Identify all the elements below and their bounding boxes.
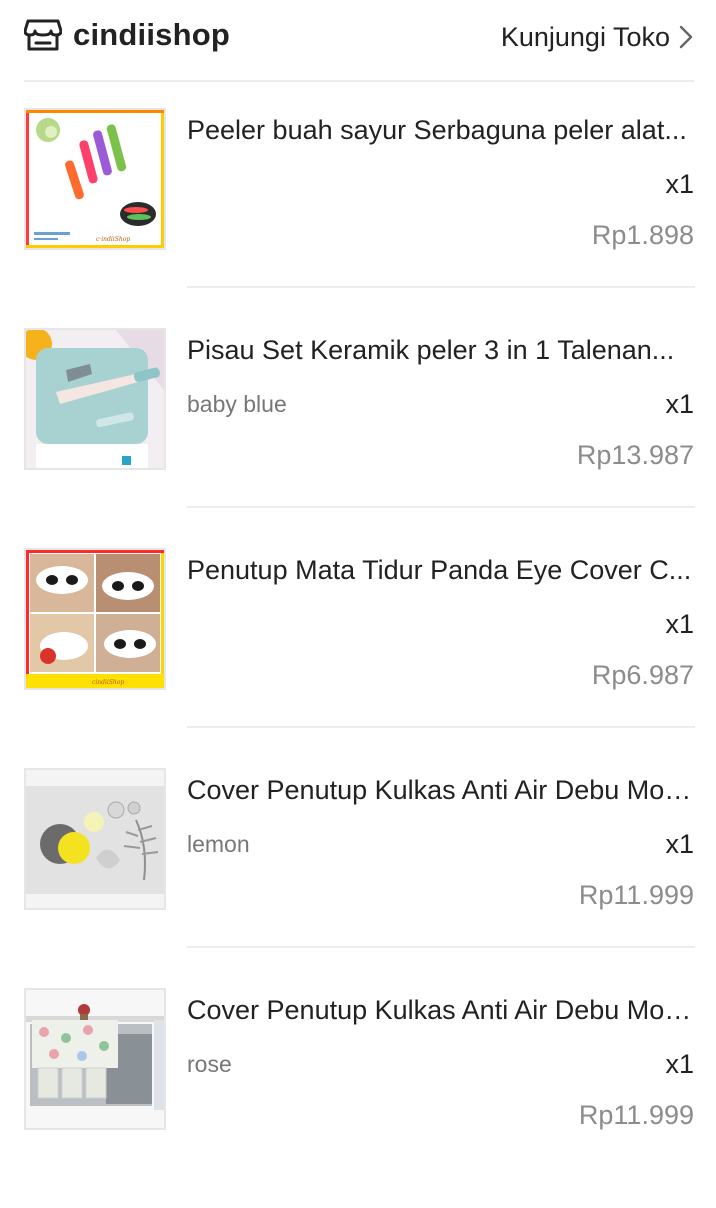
order-item[interactable]: cindiiShop Penutup Mata Tidur Panda Eye … [0,548,716,768]
product-variant: lemon [187,831,250,857]
product-title[interactable]: Peeler buah sayur Serbaguna peler alat..… [187,113,694,147]
order-item[interactable]: Pisau Set Keramik peler 3 in 1 Talenan..… [0,328,716,548]
thumbnail-caption: c·indiiShop [96,236,130,243]
product-price: Rp11.999 [578,1100,694,1130]
fridge-cover-rose-product-image [26,990,164,1128]
product-thumbnail[interactable]: c·indiiShop [24,108,166,250]
visit-shop-label: Kunjungi Toko [500,21,670,52]
panda-eye-cover-product-image: cindiiShop [26,550,164,688]
product-quantity: x1 [665,169,694,199]
product-price: Rp6.987 [591,660,694,690]
product-title[interactable]: Pisau Set Keramik peler 3 in 1 Talenan..… [187,333,694,367]
item-divider [187,726,695,728]
product-price: Rp1.898 [591,220,694,250]
product-thumbnail[interactable] [24,328,166,470]
item-divider [187,946,695,948]
item-divider [187,506,695,508]
product-title[interactable]: Penutup Mata Tidur Panda Eye Cover C... [187,553,694,587]
product-quantity: x1 [665,1049,694,1079]
order-item[interactable]: Cover Penutup Kulkas Anti Air Debu Mot..… [0,988,716,1208]
product-quantity: x1 [665,609,694,639]
visit-shop-button[interactable]: Kunjungi Toko [501,20,694,54]
product-thumbnail[interactable] [24,988,166,1130]
product-variant: baby blue [187,391,287,417]
fridge-cover-lemon-product-image [26,770,164,908]
thumbnail-caption: cindiiShop [92,679,124,686]
product-quantity: x1 [665,389,694,419]
product-variant: rose [187,1051,232,1077]
product-price: Rp11.999 [578,880,694,910]
product-thumbnail[interactable]: cindiiShop [24,548,166,690]
knife-set-product-image [26,330,164,468]
product-title[interactable]: Cover Penutup Kulkas Anti Air Debu Mot..… [187,773,694,807]
product-price: Rp13.987 [576,440,694,470]
order-item[interactable]: c·indiiShop Peeler buah sayur Serbaguna … [0,108,716,328]
item-divider [187,286,695,288]
order-item[interactable]: Cover Penutup Kulkas Anti Air Debu Mot..… [0,768,716,988]
shop-header: cindiishop Kunjungi Toko [24,0,694,82]
peeler-product-image: c·indiiShop [26,110,164,248]
chevron-right-icon [679,25,693,49]
shop-name[interactable]: cindiishop [73,17,230,53]
store-icon [24,19,62,51]
product-quantity: x1 [665,829,694,859]
product-thumbnail[interactable] [24,768,166,910]
product-title[interactable]: Cover Penutup Kulkas Anti Air Debu Mot..… [187,993,694,1027]
